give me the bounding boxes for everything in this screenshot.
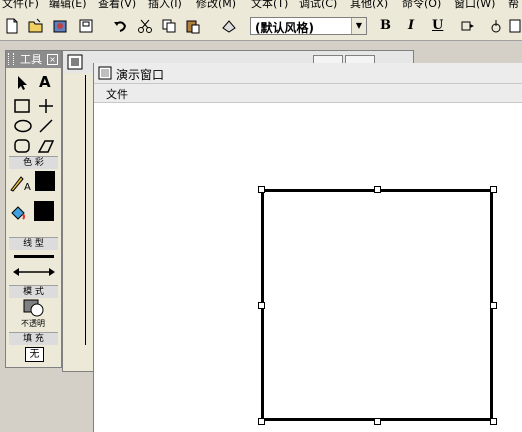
underline-button[interactable]: U: [432, 18, 443, 33]
ellipse-tool-icon[interactable]: [14, 119, 32, 133]
tool-panel: 工具 × A 色 彩 A 线 型 模 式 不透明 填 充 无: [5, 50, 62, 368]
tool-panel-titlebar[interactable]: 工具 ×: [6, 51, 61, 68]
resize-handle-top[interactable]: [374, 186, 381, 193]
paste-icon[interactable]: [185, 18, 201, 34]
special-paste-icon[interactable]: [221, 18, 237, 34]
italic-button[interactable]: I: [408, 18, 414, 33]
foreground-color-swatch[interactable]: [35, 171, 55, 191]
library-icon[interactable]: [52, 18, 68, 34]
menu-help[interactable]: 帮: [508, 0, 519, 11]
open-folder-icon[interactable]: [28, 18, 44, 34]
run-icon[interactable]: [460, 18, 476, 34]
fill-value[interactable]: 无: [25, 347, 44, 362]
menu-other[interactable]: 其他(X): [350, 0, 388, 11]
cross-tool-icon[interactable]: [39, 99, 53, 113]
menu-edit[interactable]: 编辑(E): [49, 0, 87, 11]
close-icon[interactable]: ×: [47, 54, 58, 65]
demo-menu-file[interactable]: 文件: [106, 86, 128, 102]
menu-text[interactable]: 文本(T): [251, 0, 288, 11]
resize-handle-top-left[interactable]: [258, 186, 265, 193]
menu-command[interactable]: 命令(O): [402, 0, 441, 11]
mode-opaque-icon[interactable]: [22, 299, 46, 317]
chevron-down-icon[interactable]: ▼: [351, 18, 366, 34]
menu-view[interactable]: 查看(V): [98, 0, 136, 11]
text-tool-icon[interactable]: A: [39, 73, 51, 91]
arrow-style-icon[interactable]: [12, 267, 56, 277]
demo-window-titlebar[interactable]: 演示窗口: [94, 63, 522, 84]
line-weight-sample[interactable]: [14, 255, 54, 258]
flowline: [85, 75, 86, 345]
new-file-icon[interactable]: [4, 18, 20, 34]
tool-panel-title: 工具: [20, 53, 42, 66]
svg-text:A: A: [24, 182, 31, 192]
app-menubar: 文件(F) 编辑(E) 查看(V) 插入(I) 修改(M) 文本(T) 调试(C…: [0, 0, 522, 14]
flowline-window-icon: [67, 54, 83, 70]
resize-handle-left[interactable]: [258, 302, 265, 309]
mode-value: 不透明: [21, 319, 45, 328]
resize-handle-bottom[interactable]: [374, 418, 381, 425]
resize-handle-bottom-left[interactable]: [258, 418, 265, 425]
cut-icon[interactable]: [137, 18, 153, 34]
save-icon[interactable]: [78, 18, 94, 34]
line-style-section-label: 线 型: [9, 237, 58, 250]
resize-handle-top-right[interactable]: [490, 186, 497, 193]
drawn-square[interactable]: [261, 189, 493, 421]
copy-icon[interactable]: [161, 18, 177, 34]
pen-color-icon[interactable]: A: [9, 174, 31, 192]
bold-button[interactable]: B: [380, 18, 391, 33]
fill-section-label: 填 充: [9, 332, 58, 345]
undo-icon[interactable]: [112, 18, 128, 34]
demo-window-icon: [98, 66, 112, 80]
rectangle-tool-icon[interactable]: [14, 99, 30, 113]
menu-window[interactable]: 窗口(W): [454, 0, 495, 11]
resize-handle-right[interactable]: [490, 302, 497, 309]
resize-handle-bottom-right[interactable]: [490, 418, 497, 425]
demo-window-title: 演示窗口: [116, 68, 165, 82]
menu-debug[interactable]: 调试(C): [299, 0, 337, 11]
variables-icon[interactable]: [508, 18, 522, 34]
presentation-canvas[interactable]: [94, 103, 522, 432]
line-tool-icon[interactable]: [39, 119, 53, 133]
grip-icon[interactable]: [8, 53, 14, 65]
text-style-value: (默认风格): [255, 21, 314, 35]
menu-insert[interactable]: 插入(I): [148, 0, 182, 11]
menu-modify[interactable]: 修改(M): [196, 0, 236, 11]
color-section-label: 色 彩: [9, 156, 58, 169]
rounded-rectangle-tool-icon[interactable]: [14, 139, 30, 153]
text-style-select[interactable]: (默认风格) ▼: [250, 17, 367, 35]
fill-bucket-icon[interactable]: [9, 204, 27, 222]
control-panel-icon[interactable]: [488, 18, 504, 34]
pointer-tool-icon[interactable]: [16, 75, 30, 91]
demo-window: 演示窗口 文件: [93, 63, 522, 432]
polygon-tool-icon[interactable]: [38, 139, 54, 153]
fill-foreground-swatch[interactable]: [34, 201, 54, 221]
mode-section-label: 模 式: [9, 285, 58, 298]
demo-window-menubar: 文件: [94, 84, 522, 103]
main-toolbar: (默认风格) ▼ B I U: [0, 14, 522, 41]
menu-file[interactable]: 文件(F): [2, 0, 39, 11]
